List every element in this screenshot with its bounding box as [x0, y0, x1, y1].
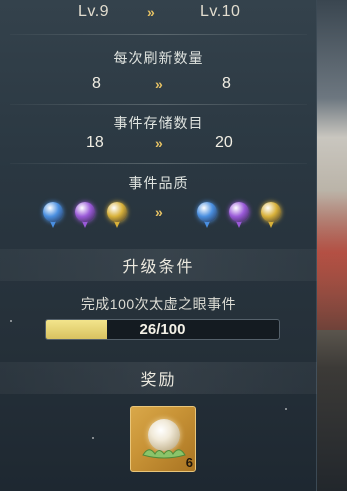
requirement-task: 完成100次太虚之眼事件 — [80, 296, 237, 312]
storage-arrow-icon: » — [155, 135, 163, 151]
level-to: Lv.10 — [200, 3, 241, 20]
refresh-arrow-icon: » — [155, 76, 163, 92]
gold-orb-icon — [106, 202, 128, 230]
reward-count: 6 — [185, 455, 193, 470]
sparkle — [92, 437, 94, 439]
upgrade-panel: Lv.9 » Lv.10 每次刷新数量 8 » 8 事件存储数目 18 » 20… — [0, 0, 317, 491]
level-arrow-icon: » — [147, 4, 155, 20]
reward-header: 奖励 — [0, 362, 317, 394]
refresh-count-from: 8 — [92, 75, 101, 92]
requirement-progress-bar: 26/100 — [45, 319, 280, 340]
gold-orb-icon — [260, 202, 282, 230]
reward-item[interactable]: 6 — [130, 406, 196, 472]
blue-orb-icon — [196, 202, 218, 230]
storage-count-to: 20 — [215, 134, 233, 151]
sparkle — [10, 320, 12, 322]
level-from: Lv.9 — [78, 3, 110, 20]
refresh-count-to: 8 — [222, 75, 231, 92]
divider — [10, 163, 307, 164]
event-quality-label: 事件品质 — [128, 175, 189, 191]
quality-row: » — [0, 198, 317, 232]
divider — [10, 34, 307, 35]
purple-orb-icon — [74, 202, 96, 230]
blue-orb-icon — [42, 202, 64, 230]
lotus-icon — [142, 449, 186, 459]
storage-count-label: 事件存储数目 — [113, 115, 204, 131]
background-art-red — [317, 190, 347, 330]
sparkle — [285, 408, 287, 410]
refresh-count-label: 每次刷新数量 — [113, 50, 204, 66]
purple-orb-icon — [228, 202, 250, 230]
divider — [10, 104, 307, 105]
progress-text: 26/100 — [139, 321, 186, 338]
quality-arrow-icon: » — [155, 204, 163, 220]
requirement-header: 升级条件 — [0, 249, 317, 281]
storage-count-from: 18 — [86, 134, 104, 151]
